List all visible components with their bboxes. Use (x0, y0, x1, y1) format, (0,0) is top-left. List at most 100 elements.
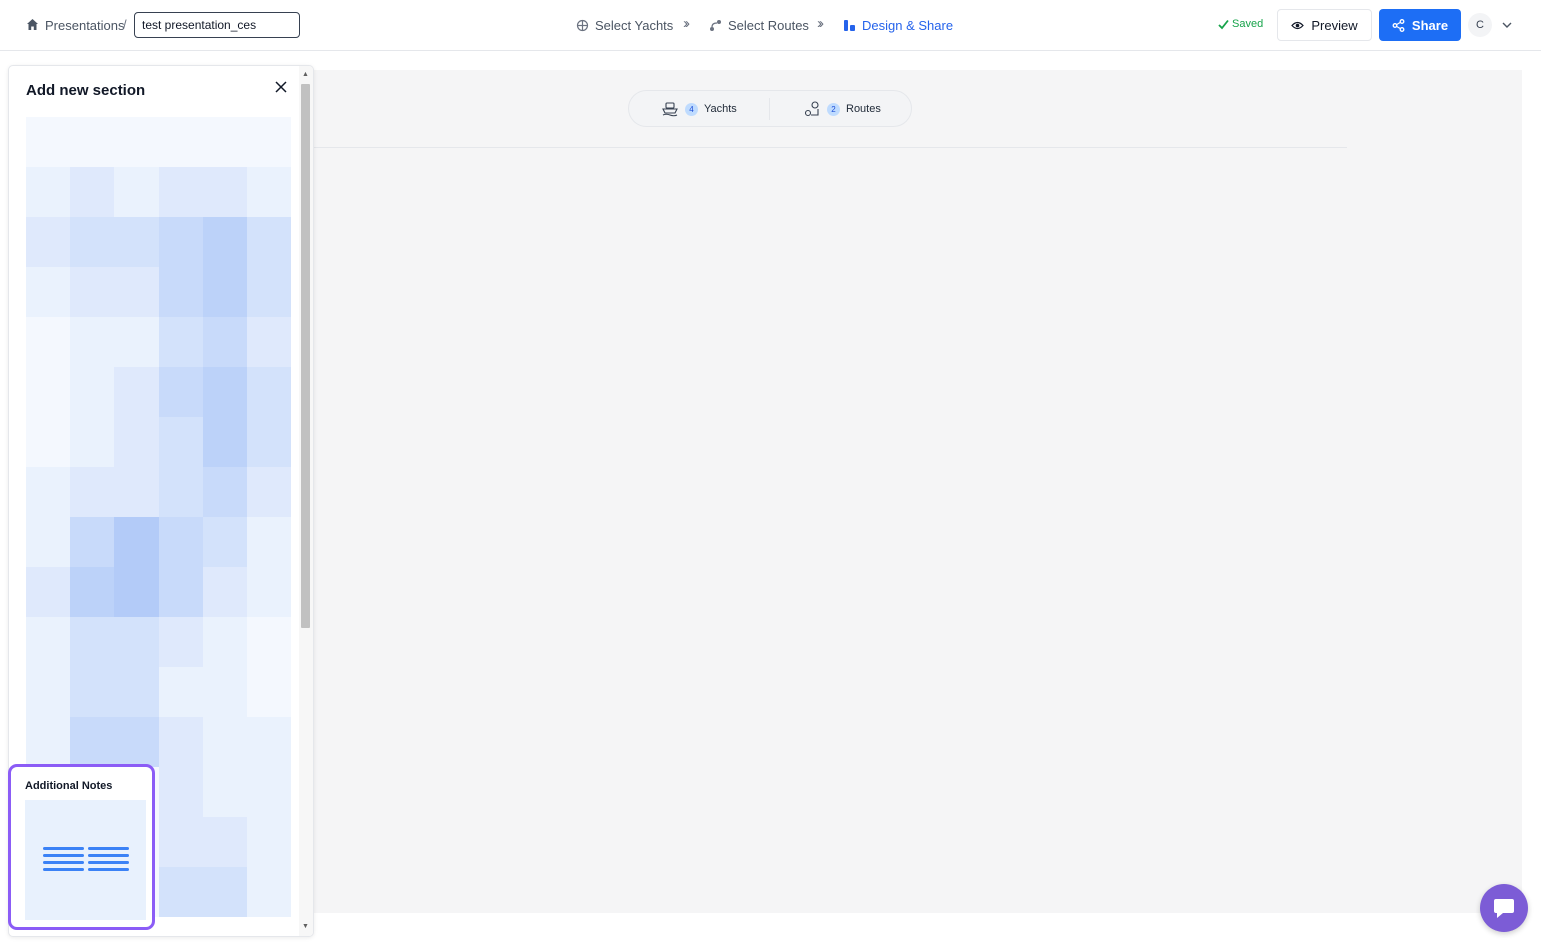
mosaic-tile (158, 517, 203, 567)
mosaic-tile (202, 517, 247, 567)
step-chevron-icon: ›› (683, 15, 690, 32)
mosaic-tile (70, 467, 115, 517)
mosaic-tile (158, 817, 203, 867)
step-design-share[interactable]: Design & Share (843, 18, 953, 33)
share-button[interactable]: Share (1379, 9, 1461, 41)
share-button-label: Share (1411, 17, 1449, 33)
eye-icon (1291, 21, 1305, 29)
mosaic-tile (202, 367, 247, 417)
presentation-canvas (314, 70, 1522, 913)
mosaic-tile (158, 467, 203, 517)
chat-launcher-button[interactable] (1480, 884, 1528, 932)
chat-icon (1494, 899, 1514, 918)
text-columns-icon (43, 847, 129, 871)
mosaic-tile (70, 167, 115, 217)
panel-title: Add new section (26, 82, 146, 99)
scroll-up-icon[interactable]: ▲ (302, 71, 309, 78)
additional-notes-card[interactable]: Additional Notes (8, 764, 155, 930)
mosaic-tile (158, 567, 203, 617)
mosaic-tile (114, 517, 159, 567)
breadcrumb-presentations[interactable]: Presentations (45, 18, 125, 33)
mosaic-tile (246, 117, 291, 167)
mosaic-tile (202, 567, 247, 617)
routes-summary-label: Routes (846, 103, 881, 115)
mosaic-tile (246, 717, 291, 767)
mosaic-tile (202, 767, 247, 817)
mosaic-tile (114, 617, 159, 667)
mosaic-tile (70, 567, 115, 617)
mosaic-tile (202, 417, 247, 467)
mosaic-tile (114, 567, 159, 617)
avatar[interactable]: C (1468, 13, 1492, 37)
mosaic-tile (246, 417, 291, 467)
mosaic-tile (70, 267, 115, 317)
summary-toggle: 4 Yachts 2 Routes (628, 90, 912, 127)
mosaic-tile (26, 317, 71, 367)
scroll-down-icon[interactable]: ▼ (302, 923, 309, 930)
mosaic-tile (246, 617, 291, 667)
mosaic-tile (70, 367, 115, 417)
step-select-yachts[interactable]: Select Yachts (576, 18, 673, 33)
mosaic-tile (114, 117, 159, 167)
home-icon[interactable] (26, 18, 39, 31)
card-title: Additional Notes (25, 780, 113, 792)
mosaic-tile (246, 167, 291, 217)
mosaic-tile (158, 417, 203, 467)
mosaic-tile (246, 467, 291, 517)
mosaic-tile (158, 117, 203, 167)
mosaic-tile (70, 717, 115, 767)
mosaic-tile (26, 267, 71, 317)
presentation-title-input[interactable] (134, 12, 300, 38)
check-icon (1218, 19, 1229, 29)
mosaic-tile (114, 167, 159, 217)
mosaic-tile (114, 717, 159, 767)
route-icon (710, 20, 721, 31)
yachts-summary[interactable]: 4 Yachts (661, 100, 737, 118)
chevron-down-icon[interactable] (1501, 19, 1513, 31)
mosaic-tile (158, 617, 203, 667)
mosaic-tile (26, 117, 71, 167)
mosaic-tile (246, 817, 291, 867)
mosaic-tile (158, 367, 203, 417)
share-icon (1392, 18, 1405, 32)
mosaic-tile (202, 867, 247, 917)
mosaic-tile (114, 317, 159, 367)
mosaic-tile (202, 717, 247, 767)
mosaic-tile (246, 567, 291, 617)
mosaic-tile (202, 317, 247, 367)
top-bar: Presentations / Select Yachts ›› Select … (0, 0, 1541, 51)
mosaic-tile (70, 617, 115, 667)
mosaic-tile (26, 717, 71, 767)
routes-count-badge: 2 (827, 102, 840, 116)
mosaic-tile (70, 117, 115, 167)
mosaic-tile (246, 767, 291, 817)
canvas-divider (314, 147, 1347, 148)
close-icon[interactable] (274, 80, 288, 94)
mosaic-tile (70, 217, 115, 267)
mosaic-tile (202, 817, 247, 867)
routes-summary[interactable]: 2 Routes (803, 100, 881, 118)
mosaic-tile (26, 517, 71, 567)
mosaic-tile (158, 267, 203, 317)
mosaic-tile (114, 367, 159, 417)
scroll-thumb[interactable] (301, 84, 310, 628)
mosaic-tile (246, 217, 291, 267)
mosaic-tile (114, 667, 159, 717)
mosaic-tile (26, 417, 71, 467)
mosaic-tile (26, 567, 71, 617)
mosaic-tile (246, 867, 291, 917)
design-icon (844, 20, 855, 31)
mosaic-tile (26, 667, 71, 717)
mosaic-tile (158, 767, 203, 817)
step-select-yachts-label: Select Yachts (595, 18, 674, 33)
step-select-routes[interactable]: Select Routes (709, 18, 809, 33)
mosaic-tile (158, 317, 203, 367)
mosaic-tile (202, 217, 247, 267)
yachts-count-badge: 4 (685, 102, 698, 116)
preview-button[interactable]: Preview (1277, 9, 1372, 41)
mosaic-tile (246, 517, 291, 567)
mosaic-tile (70, 417, 115, 467)
mosaic-tile (114, 267, 159, 317)
mosaic-tile (202, 267, 247, 317)
panel-scrollbar[interactable]: ▲ ▼ (299, 66, 313, 936)
